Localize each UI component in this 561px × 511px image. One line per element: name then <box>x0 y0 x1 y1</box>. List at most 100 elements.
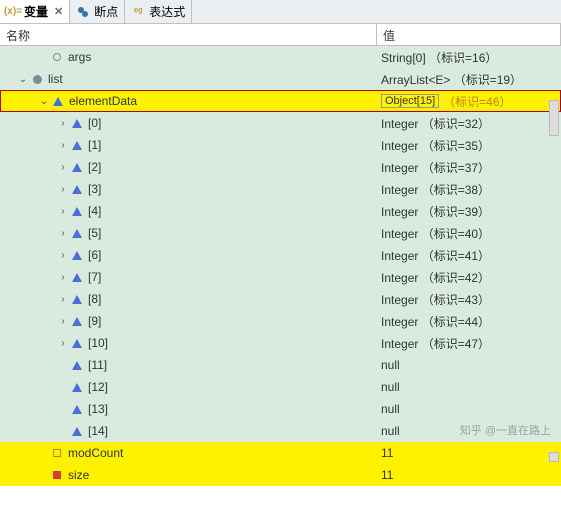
tree-row[interactable]: size11 <box>0 464 561 486</box>
variable-name: [0] <box>88 116 101 130</box>
variable-value: null <box>381 424 400 438</box>
tab-0[interactable]: (x)= 变量 ✕ <box>0 0 70 23</box>
field-icon <box>70 336 84 350</box>
variable-name: [2] <box>88 160 101 174</box>
tree-row[interactable]: › [0] Integer （标识=32） <box>0 112 561 134</box>
name-cell: ›[3] <box>0 178 377 200</box>
field-icon <box>70 424 84 438</box>
variable-name: [13] <box>88 402 108 416</box>
tree-row[interactable]: ⌄listArrayList<E> （标识=19） <box>0 68 561 90</box>
field-icon <box>70 182 84 196</box>
chevron-right-icon[interactable]: › <box>56 204 70 218</box>
tree-row[interactable]: ›[4]Integer （标识=39） <box>0 200 561 222</box>
variable-value: Integer （标识=42） <box>381 269 490 286</box>
tab-2[interactable]: ᵉᵍ表达式 <box>125 0 192 23</box>
field-icon <box>70 248 84 262</box>
tab-label: 变量 <box>24 3 48 20</box>
tab-bar: (x)= 变量 ✕ 断点ᵉᵍ表达式 <box>0 0 561 24</box>
chevron-right-icon[interactable]: › <box>56 116 70 130</box>
variable-value: Integer （标识=44） <box>381 313 490 330</box>
chevron-right-icon[interactable]: › <box>56 292 70 306</box>
chevron-right-icon[interactable]: › <box>56 182 70 196</box>
value-cell: Integer （标识=35） <box>377 134 561 156</box>
field-icon <box>70 226 84 240</box>
chevron-right-icon[interactable]: › <box>56 314 70 328</box>
protected-field-icon <box>50 446 64 460</box>
tree-row[interactable]: ›[5]Integer （标识=40） <box>0 222 561 244</box>
close-icon[interactable]: ✕ <box>52 5 63 18</box>
field-icon <box>70 270 84 284</box>
tree-row[interactable]: args String[0] （标识=16） <box>0 46 561 68</box>
tree-row[interactable]: › [1] Integer （标识=35） <box>0 134 561 156</box>
chevron-down-icon[interactable]: ⌄ <box>37 94 51 108</box>
variable-value: Integer （标识=47） <box>381 335 490 352</box>
variable-value: Integer （标识=43） <box>381 291 490 308</box>
variable-name: elementData <box>69 94 137 108</box>
chevron-right-icon[interactable]: › <box>56 336 70 350</box>
column-name-header[interactable]: 名称 <box>0 24 377 45</box>
name-cell: args <box>0 46 377 68</box>
value-cell: Object[15]（标识=46） <box>377 90 561 112</box>
chevron-down-icon[interactable]: ⌄ <box>16 72 30 86</box>
variable-name: [10] <box>88 336 108 350</box>
variable-value: Integer （标识=38） <box>381 181 490 198</box>
column-headers: 名称 值 <box>0 24 561 46</box>
tree-row[interactable]: modCount 11 <box>0 442 561 464</box>
value-cell: Integer （标识=47） <box>377 332 561 354</box>
name-cell: › [0] <box>0 112 377 134</box>
name-cell: [14] <box>0 420 377 442</box>
name-cell: › [2] <box>0 156 377 178</box>
value-cell: Integer （标识=44） <box>377 310 561 332</box>
variable-value: Integer （标识=35） <box>381 137 490 154</box>
chevron-right-icon[interactable]: › <box>56 138 70 152</box>
scrollbar-thumb[interactable] <box>549 100 559 136</box>
field-icon <box>70 402 84 416</box>
tree-row[interactable]: [13]null <box>0 398 561 420</box>
chevron-right-icon[interactable]: › <box>56 270 70 284</box>
local-var-icon <box>50 50 64 64</box>
chevron-right-icon[interactable]: › <box>56 160 70 174</box>
value-cell: Integer （标识=42） <box>377 266 561 288</box>
tab-label: 表达式 <box>149 3 185 20</box>
value-cell: null <box>377 376 561 398</box>
variable-value: Object[15] <box>381 94 439 108</box>
tree-row[interactable]: › [7] Integer （标识=42） <box>0 266 561 288</box>
variable-value: ArrayList<E> （标识=19） <box>381 71 522 88</box>
watermark: 知乎 @一直在路上 <box>460 422 551 438</box>
breakpoints-icon <box>76 5 90 19</box>
scrollbar-bottom[interactable] <box>549 452 559 462</box>
variable-value: 11 <box>381 446 393 460</box>
variables-tree: args String[0] （标识=16） ⌄listArrayList<E> （… <box>0 46 561 486</box>
variable-name: [7] <box>88 270 101 284</box>
tree-row[interactable]: ⌄ elementData Object[15]（标识=46） <box>0 90 561 112</box>
tree-row[interactable]: [12]null <box>0 376 561 398</box>
name-cell: ›[9] <box>0 310 377 332</box>
column-value-header[interactable]: 值 <box>377 24 561 45</box>
name-cell: modCount <box>0 442 377 464</box>
tree-row[interactable]: ›[9]Integer （标识=44） <box>0 310 561 332</box>
value-cell: Integer （标识=40） <box>377 222 561 244</box>
variable-value: Integer （标识=39） <box>381 203 490 220</box>
tree-row[interactable]: ›[2]Integer （标识=37） <box>0 156 561 178</box>
tree-row[interactable]: › [10] Integer （标识=47） <box>0 332 561 354</box>
variable-value: String[0] （标识=16） <box>381 49 497 66</box>
variable-name: [14] <box>88 424 108 438</box>
tree-row[interactable]: [11]null <box>0 354 561 376</box>
field-icon <box>70 138 84 152</box>
field-icon <box>70 116 84 130</box>
variables-icon: (x)= <box>6 5 20 19</box>
tab-1[interactable]: 断点 <box>70 0 125 23</box>
name-cell: › [7] <box>0 266 377 288</box>
tree-row[interactable]: ›[8]Integer （标识=43） <box>0 288 561 310</box>
field-icon <box>51 94 65 108</box>
tree-row[interactable]: ›[3]Integer （标识=38） <box>0 178 561 200</box>
variable-value: Integer （标识=32） <box>381 115 490 132</box>
tree-row[interactable]: ›[6]Integer （标识=41） <box>0 244 561 266</box>
variable-name: [11] <box>88 358 107 372</box>
variable-name: args <box>68 50 91 64</box>
variable-name: [1] <box>88 138 101 152</box>
value-cell: ArrayList<E> （标识=19） <box>377 68 561 90</box>
chevron-right-icon[interactable]: › <box>56 248 70 262</box>
name-cell: › [10] <box>0 332 377 354</box>
chevron-right-icon[interactable]: › <box>56 226 70 240</box>
